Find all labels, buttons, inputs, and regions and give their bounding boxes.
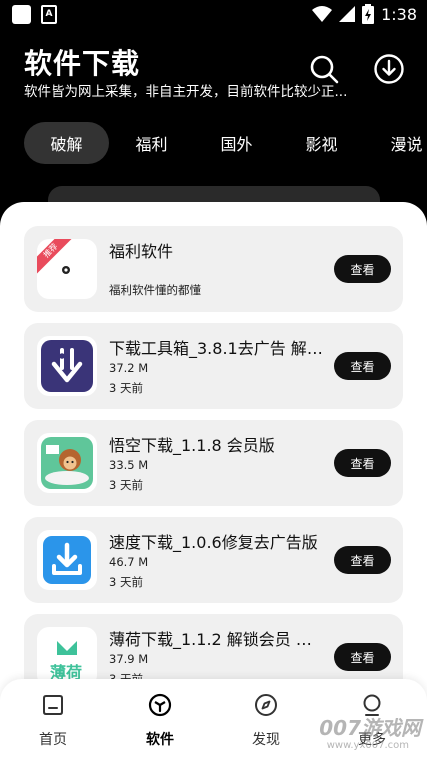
list-item[interactable]: 下载工具箱_3.8.1去广告 解锁会员 37.2 M 3 天前 查看 [24,323,403,409]
app-size: 37.2 M [109,361,149,375]
app-date: 3 天前 [109,478,143,492]
watermark-url: www.yx007.com [326,740,409,751]
tab-video[interactable]: 影视 [279,122,364,164]
app-name: 薄荷下载_1.1.2 解锁会员 多线程 [109,630,324,649]
software-icon [148,693,172,717]
nav-label: 首页 [39,732,67,748]
tab-crack[interactable]: 破解 [24,122,109,164]
clock: 1:38 [381,4,417,24]
app-size: 33.5 M [109,458,149,472]
welfare-app-icon: 推荐 [37,239,97,299]
app-name: 悟空下载_1.1.8 会员版 [109,436,275,455]
status-bar: A 1:38 [0,0,427,30]
list-item[interactable]: 悟空下载_1.1.8 会员版 33.5 M 3 天前 查看 [24,420,403,506]
app-list-sheet: 推荐 福利软件 福利软件懂的都懂 查看 下载工具箱_3.8.1去广告 解锁会员 … [0,202,427,759]
download-icon[interactable] [372,52,406,86]
list-item[interactable]: 速度下载_1.0.6修复去广告版 46.7 M 3 天前 查看 [24,517,403,603]
category-tabs: 破解 福利 国外 影视 漫说 [24,122,427,164]
compass-icon [255,694,277,716]
tab-comics[interactable]: 漫说 [364,122,427,164]
wukong-download-icon [37,433,97,493]
app-name: 福利软件 [109,242,174,261]
app-name: 速度下载_1.0.6修复去广告版 [109,533,318,552]
app-name: 下载工具箱_3.8.1去广告 解锁会员 [109,339,324,358]
app-notification-icon: A [41,5,57,24]
app-size: 37.9 M [109,652,149,666]
view-button[interactable]: 查看 [334,449,391,477]
view-button[interactable]: 查看 [334,255,391,283]
list-item[interactable]: 推荐 福利软件 福利软件懂的都懂 查看 [24,226,403,312]
page-title: 软件下载 [24,47,141,80]
signal-icon [339,6,356,22]
speed-download-icon [37,530,97,590]
nav-label: 发现 [252,732,280,748]
nav-label: 软件 [146,732,174,748]
home-icon [43,695,63,715]
view-button[interactable]: 查看 [334,352,391,380]
watermark: 007游戏网 [319,716,421,740]
nav-software[interactable]: 软件 [120,693,200,749]
app-date: 3 天前 [109,575,143,589]
view-button[interactable]: 查看 [334,546,391,574]
notification-icon [12,5,31,24]
download-toolbox-icon [37,336,97,396]
wifi-icon [312,6,333,22]
battery-icon [362,4,375,24]
app-date: 3 天前 [109,381,143,395]
tab-welfare[interactable]: 福利 [109,122,194,164]
search-icon[interactable] [307,52,341,86]
mint-download-icon: 薄荷 [37,627,97,687]
nav-discover[interactable]: 发现 [226,693,306,749]
view-button[interactable]: 查看 [334,643,391,671]
nav-home[interactable]: 首页 [13,693,93,749]
app-description: 福利软件懂的都懂 [109,283,201,297]
app-size: 46.7 M [109,555,149,569]
tab-foreign[interactable]: 国外 [194,122,279,164]
